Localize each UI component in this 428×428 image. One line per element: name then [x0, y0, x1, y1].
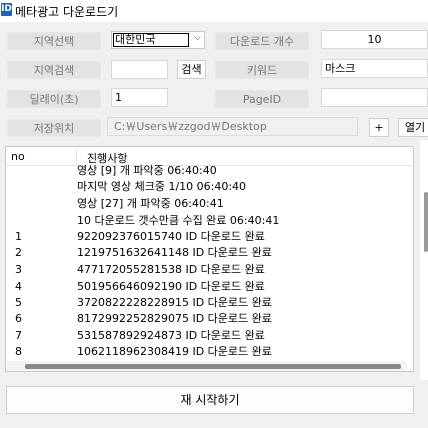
row-text: 922092376015740 ID 다운로드 완료 — [77, 230, 265, 243]
chevron-down-icon: ⌵ — [194, 33, 201, 43]
list-item[interactable]: 영상 [27] 개 파악중 06:40:41 — [6, 196, 406, 212]
table-row[interactable]: 7 531587892924873 ID 다운로드 완료 — [6, 328, 406, 344]
delay-label: 딜레이(초) — [7, 90, 101, 108]
row-text: 477172055281538 ID 다운로드 완료 — [77, 263, 265, 276]
restart-button[interactable]: 재 시작하기 — [6, 386, 414, 414]
window-title: 메타광고 다운로드기 — [15, 5, 119, 19]
horizontal-scrollbar-thumb[interactable] — [25, 364, 401, 369]
row-number: 4 — [15, 280, 22, 293]
row-text: 501956646092190 ID 다운로드 완료 — [77, 280, 265, 293]
download-count-label: 다운로드 개수 — [215, 32, 309, 50]
row-number: 2 — [15, 246, 22, 259]
table-row[interactable]: 6 8172992252829075 ID 다운로드 완료 — [6, 311, 406, 327]
search-button[interactable]: 검색 — [177, 60, 206, 79]
row-number: 6 — [15, 312, 22, 325]
column-header-no[interactable]: no — [11, 150, 25, 163]
delay-field[interactable]: 1 — [111, 88, 168, 107]
app-icon: ID — [1, 3, 12, 16]
table-row[interactable]: 3 477172055281538 ID 다운로드 완료 — [6, 262, 406, 278]
list-item[interactable]: 마지막 영상 체크중 1/10 06:40:40 — [6, 179, 406, 195]
region-select-value: 대한민국 — [113, 33, 189, 47]
row-number: 8 — [15, 345, 22, 358]
title-bar: ID 메타광고 다운로드기 — [0, 0, 428, 22]
list-item[interactable]: 10 다운로드 갯수만큼 수집 완료 06:40:41 — [6, 213, 406, 229]
row-text: 마지막 영상 체크중 1/10 06:40:40 — [77, 180, 247, 193]
table-row[interactable]: 4 501956646092190 ID 다운로드 완료 — [6, 279, 406, 295]
region-select-label: 지역선택 — [7, 32, 101, 50]
region-search-input[interactable] — [111, 60, 168, 79]
keyword-field[interactable]: 마스크 — [321, 59, 428, 78]
row-number: 1 — [15, 230, 22, 243]
table-row[interactable]: 5 3720822228228915 ID 다운로드 완료 — [6, 295, 406, 311]
row-text: 영상 [9] 개 파악중 06:40:40 — [77, 164, 217, 177]
row-text: 1219751632641148 ID 다운로드 완료 — [77, 246, 272, 259]
list-item[interactable]: 영상 [9] 개 파악중 06:40:40 — [6, 163, 406, 179]
row-text: 531587892924873 ID 다운로드 완료 — [77, 329, 265, 342]
row-number: 5 — [15, 296, 22, 309]
table-row[interactable]: 2 1219751632641148 ID 다운로드 완료 — [6, 245, 406, 261]
pageid-label: PageID — [215, 90, 309, 108]
pageid-field[interactable] — [321, 88, 428, 107]
row-text: 8172992252829075 ID 다운로드 완료 — [77, 312, 272, 325]
row-number: 7 — [15, 329, 22, 342]
progress-log-list[interactable]: no 진행사항 영상 [9] 개 파악중 06:40:40 마지막 영상 체크중… — [5, 146, 414, 372]
row-text: 1062118962308419 ID 다운로드 완료 — [77, 345, 272, 358]
row-number: 3 — [15, 263, 22, 276]
table-row[interactable]: 8 1062118962308419 ID 다운로드 완료 — [6, 344, 406, 360]
horizontal-scrollbar[interactable] — [7, 361, 406, 371]
vertical-scrollbar-thumb[interactable] — [424, 192, 428, 252]
save-location-field: C:￦Users￦zzgod￦Desktop — [107, 117, 358, 136]
row-text: 10 다운로드 갯수만큼 수집 완료 06:40:41 — [77, 214, 280, 227]
row-text: 3720822228228915 ID 다운로드 완료 — [77, 296, 272, 309]
save-location-label: 저장위치 — [7, 119, 101, 137]
region-select[interactable]: 대한민국 ⌵ — [111, 31, 205, 49]
download-count-field[interactable]: 10 — [321, 30, 428, 49]
table-row[interactable]: 1 922092376015740 ID 다운로드 완료 — [6, 229, 406, 245]
open-folder-button[interactable]: 열기 — [398, 118, 428, 137]
region-search-label: 지역검색 — [7, 61, 101, 79]
vertical-scrollbar[interactable] — [420, 140, 428, 380]
row-text: 영상 [27] 개 파악중 06:40:41 — [77, 197, 224, 210]
column-divider[interactable] — [76, 148, 77, 164]
keyword-label: 키워드 — [215, 61, 309, 79]
add-button[interactable]: + — [369, 118, 389, 137]
